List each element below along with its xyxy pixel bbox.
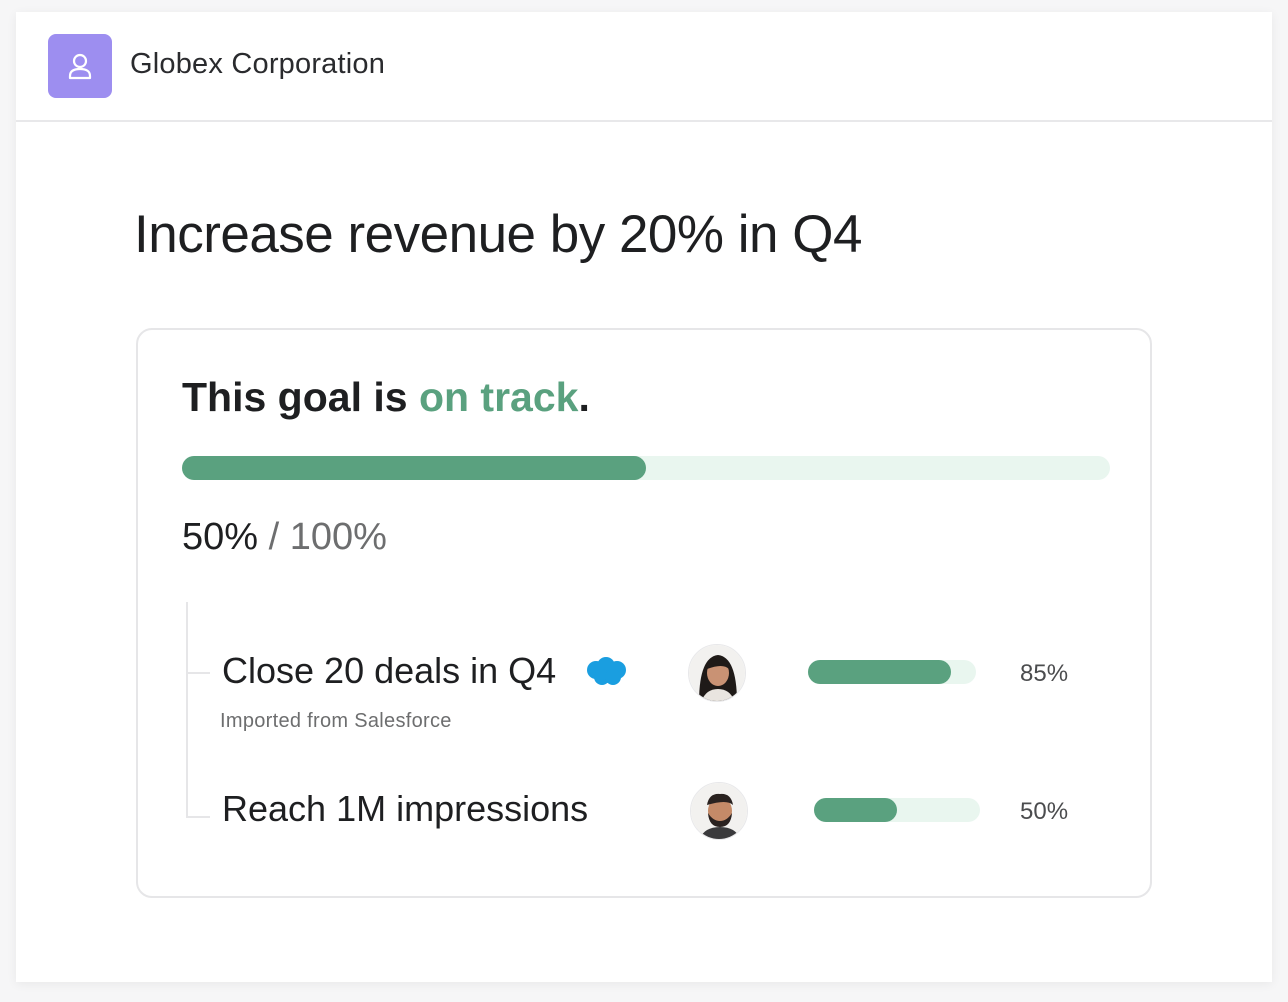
subgoal-source-note: Imported from Salesforce [220,710,452,732]
goal-status: This goal is on track. [182,374,590,421]
person-icon [68,53,92,80]
subgoal-progress-bar [814,798,980,822]
goal-progress-card: This goal is on track. 50% / 100% Close … [136,328,1152,898]
avatar[interactable] [688,644,746,702]
subgoal-percent: 85% [1020,660,1069,687]
subgoal-progress-fill [814,798,897,822]
status-value: on track [418,374,579,420]
subgoal-progress-fill [808,660,951,684]
goal-progress-fill [182,456,646,480]
top-bar: Globex Corporation [16,12,1272,122]
goal-progress-bar [182,456,1110,480]
subgoal-progress-bar [808,660,976,684]
goal-title[interactable]: Increase revenue by 20% in Q4 [134,204,862,265]
status-suffix: . [578,374,590,420]
salesforce-cloud-icon [587,657,626,685]
status-prefix: This goal is [182,374,408,420]
organization-avatar[interactable] [48,34,112,98]
subgoal-title[interactable]: Close 20 deals in Q4 [222,650,556,692]
subgoal-title[interactable]: Reach 1M impressions [222,788,588,830]
goal-window: Globex Corporation Increase revenue by 2… [16,12,1272,982]
subgoal-tree-line [186,602,188,818]
subgoal-branch [186,816,210,818]
organization-name[interactable]: Globex Corporation [130,48,385,81]
owner-photo [689,645,745,701]
progress-separator: / [268,516,280,558]
progress-current: 50% [182,516,259,558]
avatar[interactable] [690,782,748,840]
subgoal-branch [186,672,210,674]
owner-photo [691,783,747,839]
goal-progress-text: 50% / 100% [182,516,387,559]
progress-target: 100% [289,516,387,558]
subgoal-percent: 50% [1020,798,1069,825]
